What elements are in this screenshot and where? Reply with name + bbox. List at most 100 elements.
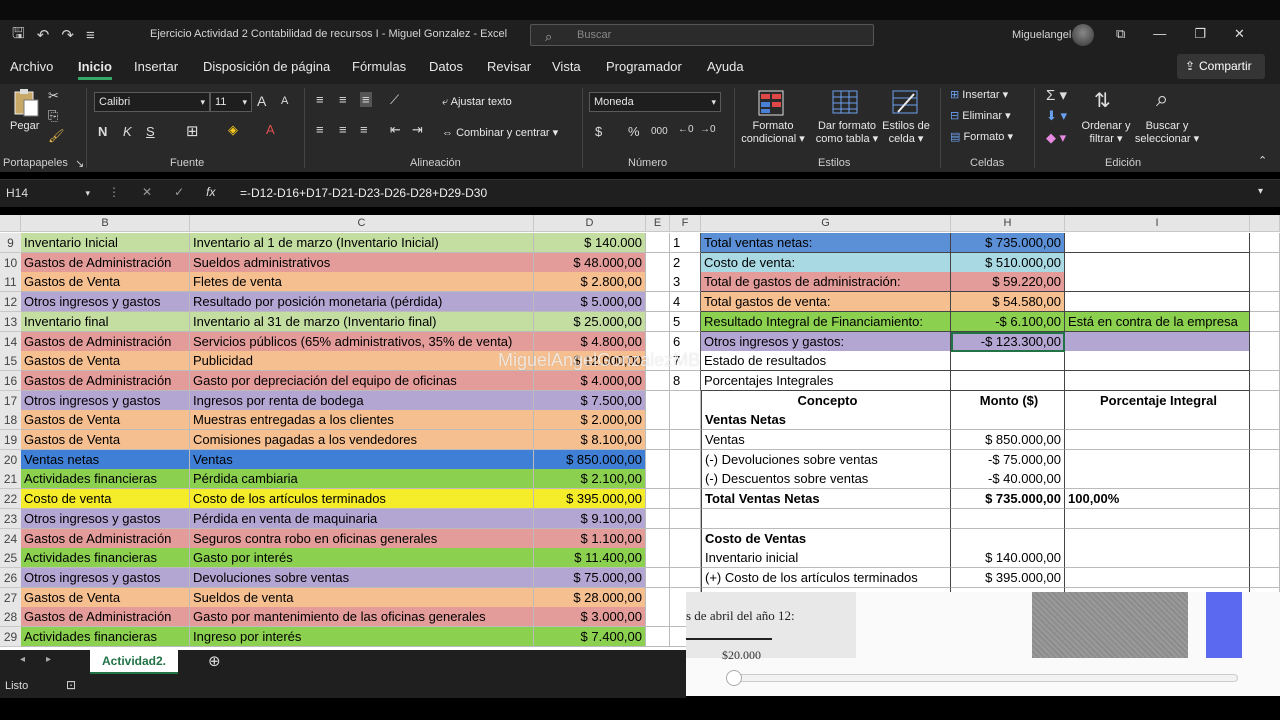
cell-index[interactable] (670, 449, 701, 470)
cell-amount[interactable]: $ 12.000,00 (534, 351, 646, 372)
cell-amount[interactable]: $ 48.000,00 (534, 252, 646, 273)
cell-summary-label[interactable]: Ventas Netas (701, 410, 951, 431)
format-table-button[interactable]: Dar formato como tabla ▾ (812, 120, 882, 145)
tab-insertar[interactable]: Insertar (134, 59, 178, 74)
cell-category[interactable]: Gastos de Administración (21, 252, 190, 273)
cell-summary-label[interactable]: Total Ventas Netas (701, 489, 951, 510)
prev-sheet-icon[interactable]: ◂ (20, 654, 25, 665)
italic-button[interactable]: K (123, 124, 132, 139)
cell-empty[interactable] (1250, 351, 1280, 372)
add-sheet-icon[interactable]: ⊕ (208, 652, 221, 670)
cell-index[interactable]: 3 (670, 272, 701, 293)
cell-empty[interactable] (646, 233, 670, 253)
align-bottom-icon[interactable]: ≡ (360, 92, 372, 107)
cell-concept[interactable]: Inventario al 1 de marzo (Inventario Ini… (190, 233, 534, 253)
cell-summary-amount[interactable] (951, 351, 1065, 372)
cell-percentage[interactable] (1065, 370, 1250, 391)
cell-empty[interactable] (646, 587, 670, 608)
cell-amount[interactable]: $ 9.100,00 (534, 508, 646, 529)
column-header-d[interactable]: D (534, 215, 646, 232)
column-header-g[interactable]: G (701, 215, 951, 232)
cell-amount[interactable]: $ 2.800,00 (534, 272, 646, 293)
cell-index[interactable]: 8 (670, 370, 701, 391)
row-header[interactable]: 14 (0, 331, 21, 352)
cell-category[interactable]: Otros ingresos y gastos (21, 292, 190, 313)
cell-category[interactable]: Actividades financieras (21, 627, 190, 647)
cell-amount[interactable]: $ 5.000,00 (534, 292, 646, 313)
cell-index[interactable] (670, 489, 701, 510)
conditional-format-button[interactable]: Formato condicional ▾ (738, 120, 808, 145)
row-header[interactable]: 27 (0, 587, 21, 608)
increase-font-icon[interactable]: A (257, 93, 266, 109)
cell-summary-amount[interactable] (951, 410, 1065, 431)
cell-concept[interactable]: Gasto por depreciación del equipo de ofi… (190, 370, 534, 391)
thousands-icon[interactable]: 000 (651, 126, 668, 137)
align-right-icon[interactable]: ≡ (360, 122, 368, 137)
row-header[interactable]: 21 (0, 469, 21, 490)
sheet-tab-actividad2[interactable]: Actividad2. (90, 650, 178, 674)
decrease-decimal-icon[interactable]: →0 (700, 124, 716, 135)
cell-concept[interactable]: Devoluciones sobre ventas (190, 567, 534, 588)
format-table-icon[interactable] (832, 90, 858, 116)
cell-concept[interactable]: Pérdida cambiaria (190, 469, 534, 490)
cell-percentage[interactable] (1065, 528, 1250, 549)
cell-category[interactable]: Otros ingresos y gastos (21, 508, 190, 529)
cell-concept[interactable]: Publicidad (190, 351, 534, 372)
minimize-icon[interactable]: — (1153, 26, 1166, 42)
cell-empty[interactable] (1250, 489, 1280, 510)
close-icon[interactable]: ✕ (1234, 26, 1245, 42)
clear-icon[interactable]: ◆ ▾ (1046, 130, 1066, 146)
cell-summary-amount[interactable]: $ 850.000,00 (951, 430, 1065, 450)
cell-concept[interactable]: Gasto por interés (190, 548, 534, 569)
enter-icon[interactable]: ✓ (174, 185, 184, 199)
cell-concept[interactable]: Resultado por posición monetaria (pérdid… (190, 292, 534, 313)
cell-percentage[interactable] (1065, 351, 1250, 372)
cell-amount[interactable]: $ 2.100,00 (534, 469, 646, 490)
cell-empty[interactable] (1250, 449, 1280, 470)
cell-amount[interactable]: $ 2.000,00 (534, 410, 646, 431)
timeline-knob[interactable] (726, 670, 742, 686)
cell-percentage[interactable] (1065, 331, 1250, 352)
cell-concept[interactable]: Ingreso por interés (190, 627, 534, 647)
cell-summary-amount[interactable]: $ 59.220,00 (951, 272, 1065, 293)
paste-label[interactable]: Pegar (10, 120, 39, 132)
cell-category[interactable]: Gastos de Venta (21, 351, 190, 372)
cell-empty[interactable] (646, 567, 670, 588)
cell-summary-label[interactable]: (+) Costo de los artículos terminados (701, 567, 951, 588)
row-header[interactable]: 15 (0, 351, 21, 372)
cell-category[interactable]: Gastos de Administración (21, 607, 190, 628)
cell-concept[interactable]: Muestras entregadas a los clientes (190, 410, 534, 431)
cell-index[interactable]: 7 (670, 351, 701, 372)
borders-icon[interactable]: ⊞ (186, 122, 199, 140)
orientation-icon[interactable]: ⟋ (390, 92, 399, 108)
column-header-f[interactable]: F (670, 215, 701, 232)
cell-percentage[interactable]: 100,00% (1065, 489, 1250, 510)
cell-category[interactable]: Costo de venta (21, 489, 190, 510)
cell-concept[interactable]: Gasto por mantenimiento de las oficinas … (190, 607, 534, 628)
cell-empty[interactable] (646, 311, 670, 332)
row-header[interactable]: 29 (0, 627, 21, 647)
next-sheet-icon[interactable]: ▸ (46, 654, 51, 665)
row-header[interactable]: 24 (0, 528, 21, 549)
cell-summary-label[interactable]: Concepto (701, 390, 951, 411)
cell-index[interactable]: 2 (670, 252, 701, 273)
align-middle-icon[interactable]: ≡ (339, 92, 347, 107)
cell-summary-label[interactable]: Estado de resultados (701, 351, 951, 372)
cell-percentage[interactable] (1065, 292, 1250, 313)
autosum-icon[interactable]: Σ ▾ (1046, 86, 1067, 104)
cell-empty[interactable] (1250, 508, 1280, 529)
cell-concept[interactable]: Fletes de venta (190, 272, 534, 293)
cell-concept[interactable]: Ventas (190, 449, 534, 470)
cell-empty[interactable] (1250, 410, 1280, 431)
cell-summary-label[interactable]: Total ventas netas: (701, 233, 951, 253)
cell-empty[interactable] (1250, 528, 1280, 549)
cell-index[interactable]: 1 (670, 233, 701, 253)
avatar[interactable] (1072, 24, 1094, 46)
cell-percentage[interactable]: Está en contra de la empresa (1065, 311, 1250, 332)
cell-summary-label[interactable]: (-) Descuentos sobre ventas (701, 469, 951, 490)
column-header-b[interactable]: B (21, 215, 190, 232)
cell-empty[interactable] (646, 508, 670, 529)
column-header-h[interactable]: H (951, 215, 1065, 232)
cell-empty[interactable] (646, 351, 670, 372)
select-all-corner[interactable] (0, 215, 21, 232)
